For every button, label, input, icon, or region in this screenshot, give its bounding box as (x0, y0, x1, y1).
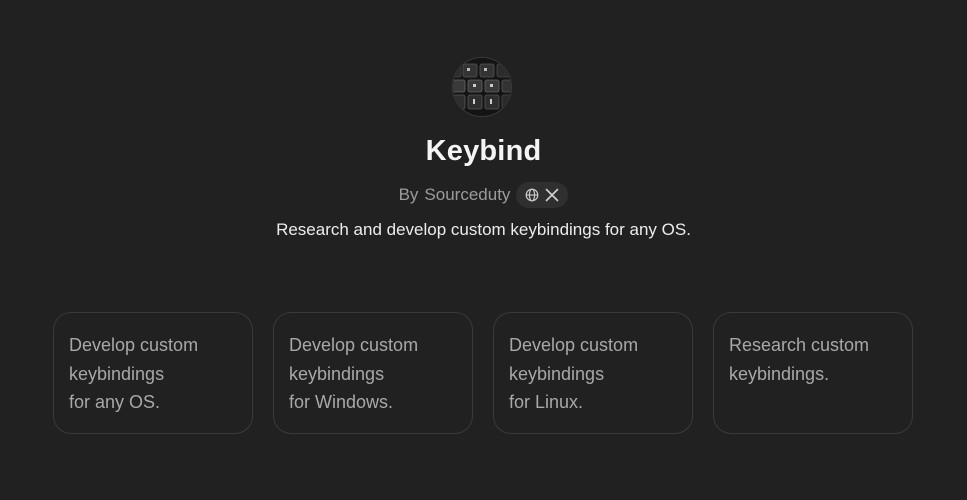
starter-line: keybindings. (729, 363, 830, 384)
starter-line: Develop custom (509, 335, 639, 355)
starter-line: Develop custom (289, 335, 419, 355)
starter-line: keybindings (289, 363, 385, 384)
author-links (516, 182, 569, 208)
starter-line: for any OS. (69, 392, 161, 412)
author-line: By Sourceduty (0, 182, 967, 208)
gpt-landing: Keybind By Sourceduty Research and devel… (0, 0, 967, 500)
gpt-title: Keybind (425, 135, 542, 167)
starter-line: Develop custom (69, 335, 199, 355)
starter-line: keybindings (69, 363, 165, 384)
starter-card-research[interactable]: Research custom keybindings. (713, 312, 913, 434)
starter-line: for Linux. (509, 392, 584, 412)
starter-card-linux[interactable]: Develop custom keybindings for Linux. (493, 312, 693, 434)
starter-card-windows[interactable]: Develop custom keybindings for Windows. (273, 312, 473, 434)
author-prefix: By (398, 185, 419, 204)
starter-line: keybindings (509, 363, 605, 384)
starter-card-any-os[interactable]: Develop custom keybindings for any OS. (53, 312, 253, 434)
starter-line: for Windows. (289, 392, 394, 412)
author-name: Sourceduty (424, 185, 511, 204)
keyboard-image-icon (453, 58, 511, 116)
gpt-description: Research and develop custom keybindings … (276, 220, 691, 239)
gpt-avatar (452, 57, 512, 117)
starter-line: Research custom (729, 335, 870, 355)
conversation-starters: Develop custom keybindings for any OS. D… (53, 312, 913, 434)
x-logo-icon[interactable] (545, 188, 559, 202)
globe-icon[interactable] (525, 188, 539, 202)
